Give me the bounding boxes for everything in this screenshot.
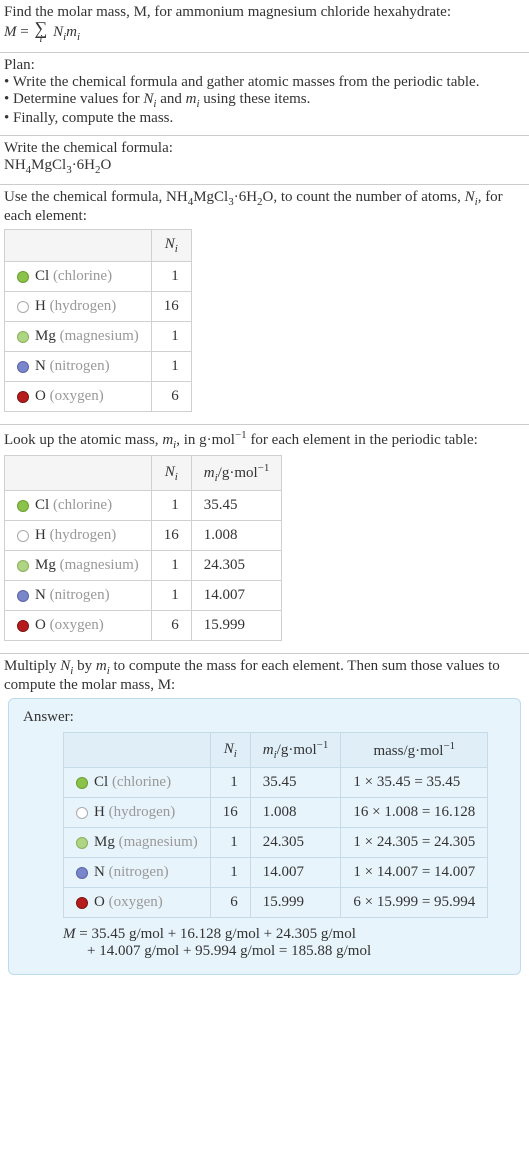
plan-bullet-1: • Write the chemical formula and gather … <box>4 74 525 91</box>
intro-line: Find the molar mass, M, for ammonium mag… <box>4 4 525 21</box>
header-mi: mi/g·mol−1 <box>250 733 341 768</box>
element-dot-icon <box>17 500 29 512</box>
plan-title: Plan: <box>4 57 525 74</box>
table-row: Mg (magnesium)1 <box>5 322 192 352</box>
plan-bullet-2: • Determine values for Ni and mi using t… <box>4 91 525 110</box>
element-dot-icon <box>17 361 29 373</box>
answer-table: Ni mi/g·mol−1 mass/g·mol−1 Cl (chlorine)… <box>63 732 488 918</box>
plan-bullet-3: • Finally, compute the mass. <box>4 110 525 127</box>
element-dot-icon <box>17 391 29 403</box>
mass-table: Ni mi/g·mol−1 Cl (chlorine)135.45 H (hyd… <box>4 455 282 641</box>
header-ni: Ni <box>151 230 191 262</box>
table-row: H (hydrogen)161.008 <box>5 521 282 551</box>
element-dot-icon <box>17 301 29 313</box>
table-row: O (oxygen)615.999 <box>5 611 282 641</box>
table-row: O (oxygen)6 <box>5 382 192 412</box>
header-empty <box>64 733 211 768</box>
table-header-row: Ni mi/g·mol−1 <box>5 456 282 491</box>
table-row: N (nitrogen)114.0071 × 14.007 = 14.007 <box>64 858 488 888</box>
final-line-1: M = 35.45 g/mol + 16.128 g/mol + 24.305 … <box>63 926 506 943</box>
element-dot-icon <box>76 807 88 819</box>
header-empty <box>5 230 152 262</box>
table-row: H (hydrogen)16 <box>5 292 192 322</box>
table-row: Mg (magnesium)124.305 <box>5 551 282 581</box>
table-row: O (oxygen)615.9996 × 15.999 = 95.994 <box>64 888 488 918</box>
answer-box: Answer: Ni mi/g·mol−1 mass/g·mol−1 Cl (c… <box>8 698 521 975</box>
header-ni: Ni <box>151 456 191 491</box>
chem-title: Write the chemical formula: <box>4 140 525 157</box>
table-row: Cl (chlorine)135.451 × 35.45 = 35.45 <box>64 768 488 798</box>
element-dot-icon <box>17 271 29 283</box>
header-empty <box>5 456 152 491</box>
count-section: Use the chemical formula, NH4MgCl3·6H2O,… <box>0 185 529 425</box>
header-mass: mass/g·mol−1 <box>341 733 488 768</box>
table-row: H (hydrogen)161.00816 × 1.008 = 16.128 <box>64 798 488 828</box>
sigma-icon: ∑ i <box>34 21 47 44</box>
table-header-row: Ni <box>5 230 192 262</box>
table-row: Cl (chlorine)1 <box>5 262 192 292</box>
formula-lhs: M <box>4 24 17 40</box>
table-row: Mg (magnesium)124.3051 × 24.305 = 24.305 <box>64 828 488 858</box>
plan-section: Plan: • Write the chemical formula and g… <box>0 53 529 136</box>
table-row: N (nitrogen)114.007 <box>5 581 282 611</box>
element-dot-icon <box>76 897 88 909</box>
count-intro: Use the chemical formula, NH4MgCl3·6H2O,… <box>4 189 525 225</box>
chem-formula: NH4MgCl3·6H2O <box>4 157 525 176</box>
answer-intro: Multiply Ni by mi to compute the mass fo… <box>4 658 525 694</box>
element-dot-icon <box>17 331 29 343</box>
element-dot-icon <box>17 560 29 572</box>
header-ni: Ni <box>210 733 250 768</box>
element-dot-icon <box>76 777 88 789</box>
header-mi: mi/g·mol−1 <box>191 456 282 491</box>
element-dot-icon <box>76 867 88 879</box>
intro-section: Find the molar mass, M, for ammonium mag… <box>0 0 529 53</box>
intro-formula: M = ∑ i Nimi <box>4 21 525 44</box>
count-table: Ni Cl (chlorine)1 H (hydrogen)16 Mg (mag… <box>4 229 192 412</box>
answer-title: Answer: <box>23 709 506 726</box>
final-line-2: + 14.007 g/mol + 95.994 g/mol = 185.88 g… <box>63 943 506 960</box>
table-row: N (nitrogen)1 <box>5 352 192 382</box>
element-dot-icon <box>76 837 88 849</box>
chemical-formula-section: Write the chemical formula: NH4MgCl3·6H2… <box>0 136 529 185</box>
element-dot-icon <box>17 620 29 632</box>
mass-intro: Look up the atomic mass, mi, in g·mol−1 … <box>4 429 525 451</box>
table-header-row: Ni mi/g·mol−1 mass/g·mol−1 <box>64 733 488 768</box>
answer-section: Multiply Ni by mi to compute the mass fo… <box>0 654 529 987</box>
formula-rhs: Nimi <box>53 24 80 40</box>
mass-section: Look up the atomic mass, mi, in g·mol−1 … <box>0 425 529 654</box>
table-row: Cl (chlorine)135.45 <box>5 491 282 521</box>
element-dot-icon <box>17 590 29 602</box>
element-dot-icon <box>17 530 29 542</box>
